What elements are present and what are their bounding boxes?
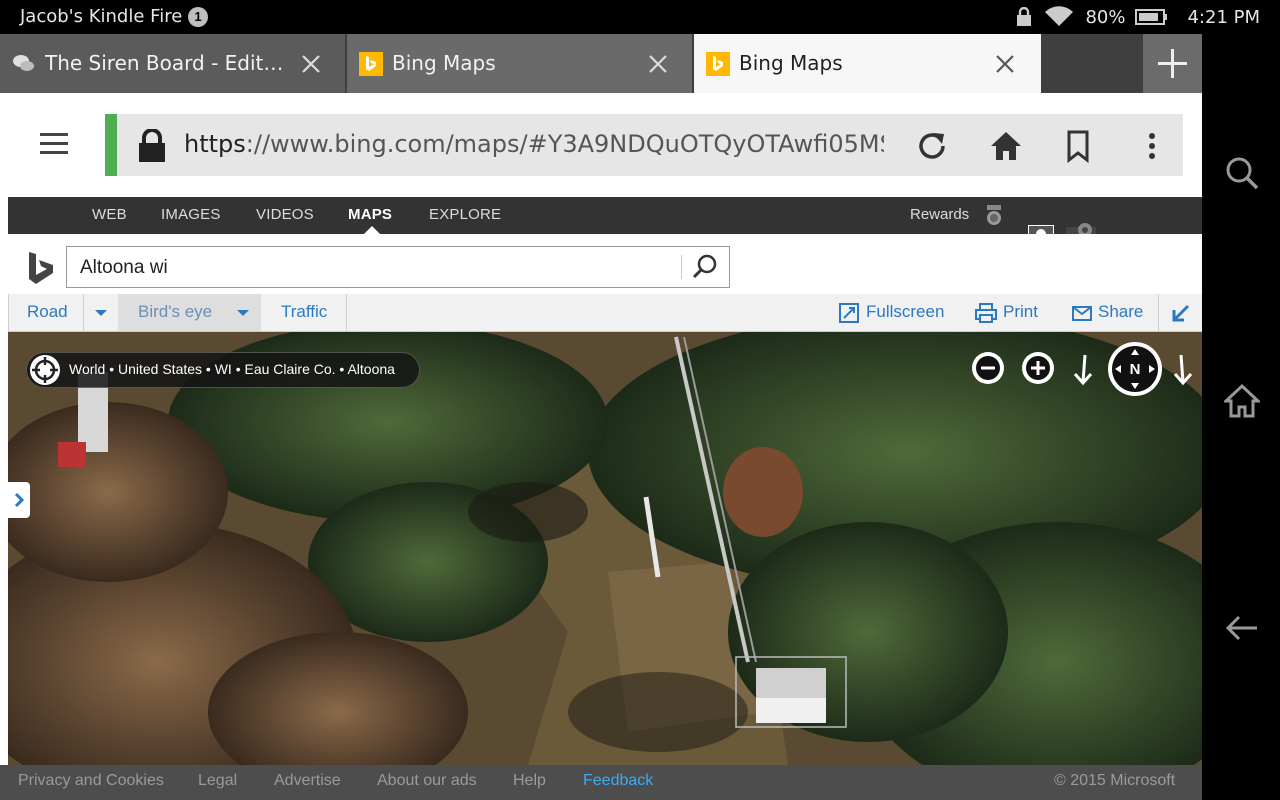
map-toolbar: Road Bird's eye Traffic Fullscreen Print…: [8, 294, 1202, 332]
back-arrow-icon[interactable]: [1224, 610, 1260, 646]
fullscreen-button[interactable]: Fullscreen: [866, 302, 944, 322]
page-footer: Privacy and Cookies Legal Advertise Abou…: [0, 765, 1202, 800]
aerial-imagery[interactable]: [8, 332, 1202, 765]
lock-icon: [139, 129, 165, 162]
tab-bing-maps-1[interactable]: Bing Maps: [347, 34, 692, 93]
reload-icon[interactable]: [915, 129, 949, 163]
bookmark-icon[interactable]: [1061, 129, 1095, 163]
bing-b-logo-icon[interactable]: [26, 251, 56, 285]
chevron-right-icon: [14, 492, 25, 508]
wifi-icon: [1045, 6, 1074, 27]
home-icon[interactable]: [1224, 383, 1260, 419]
nav-maps[interactable]: MAPS: [348, 206, 392, 223]
address-bar[interactable]: https://www.bing.com/maps/#Y3A9NDQuOTQyO…: [105, 114, 1183, 176]
nav-images[interactable]: IMAGES: [161, 206, 221, 223]
rotate-right-arrow-icon[interactable]: [1170, 352, 1196, 388]
url-rest: ://www.bing.com/maps/#Y3A9NDQuOTQyOTAwfi…: [245, 130, 884, 158]
divider: [346, 294, 347, 331]
location-breadcrumb: World • United States • WI • Eau Claire …: [26, 352, 420, 388]
close-icon[interactable]: [647, 53, 669, 75]
birds-eye-button[interactable]: Bird's eye: [138, 302, 212, 322]
fullscreen-icon[interactable]: [839, 303, 859, 323]
nav-web[interactable]: WEB: [92, 206, 127, 223]
search-icon[interactable]: [691, 253, 719, 281]
plus-icon: [1158, 49, 1187, 78]
overflow-menu-icon[interactable]: [1135, 129, 1169, 163]
nav-explore[interactable]: EXPLORE: [429, 206, 501, 223]
battery-icon: [1135, 9, 1168, 25]
tab-bing-maps-active[interactable]: Bing Maps: [694, 34, 1041, 93]
url-text[interactable]: https://www.bing.com/maps/#Y3A9NDQuOTQyO…: [184, 130, 884, 158]
nav-videos[interactable]: VIDEOS: [256, 206, 314, 223]
clock: 4:21 PM: [1187, 6, 1260, 28]
active-nav-indicator: [364, 226, 380, 234]
breadcrumb-text[interactable]: World • United States • WI • Eau Claire …: [69, 361, 395, 377]
copyright: © 2015 Microsoft: [1054, 772, 1176, 789]
share-mail-icon[interactable]: [1072, 306, 1092, 321]
new-tab-button[interactable]: [1143, 34, 1202, 93]
menu-icon[interactable]: [40, 133, 68, 155]
map-view[interactable]: World • United States • WI • Eau Claire …: [8, 332, 1202, 765]
compass-icon[interactable]: N: [1107, 341, 1163, 397]
traffic-button[interactable]: Traffic: [281, 302, 327, 322]
side-panel-toggle[interactable]: [8, 482, 30, 518]
footer-link-about-ads[interactable]: About our ads: [377, 772, 477, 790]
print-icon[interactable]: [975, 303, 997, 323]
url-scheme: https: [184, 130, 246, 158]
footer-link-help[interactable]: Help: [513, 772, 546, 790]
zoom-in-icon[interactable]: [1021, 351, 1055, 385]
footer-link-legal[interactable]: Legal: [198, 772, 237, 790]
search-row: Altoona wi: [8, 234, 1202, 294]
tab-label: The Siren Board - Edit…: [45, 51, 284, 75]
browser-toolbar: https://www.bing.com/maps/#Y3A9NDQuOTQyO…: [0, 93, 1202, 197]
tab-siren-board[interactable]: The Siren Board - Edit…: [0, 34, 345, 93]
rewards-link[interactable]: Rewards: [910, 206, 969, 223]
footer-link-privacy[interactable]: Privacy and Cookies: [18, 772, 164, 790]
tab-label: Bing Maps: [392, 51, 496, 75]
locate-me-icon[interactable]: [29, 354, 61, 386]
battery-percent: 80%: [1085, 6, 1126, 28]
close-icon[interactable]: [300, 53, 322, 75]
rotate-left-arrow-icon[interactable]: [1070, 352, 1096, 388]
bing-logo-icon: [359, 52, 383, 76]
divider: [1158, 294, 1159, 331]
search-divider: [681, 255, 682, 279]
compass-north-label: N: [1130, 361, 1141, 378]
search-query: Altoona wi: [80, 257, 168, 278]
divider: [8, 294, 9, 331]
search-input[interactable]: Altoona wi: [66, 246, 730, 288]
birds-eye-dropdown-chevron-icon[interactable]: [225, 294, 261, 331]
notification-badge: 1: [188, 7, 208, 27]
system-nav-bar: [1202, 34, 1280, 800]
zoom-out-icon[interactable]: [971, 351, 1005, 385]
footer-link-advertise[interactable]: Advertise: [274, 772, 341, 790]
bing-nav-bar: WEB IMAGES VIDEOS MAPS EXPLORE Rewards: [8, 197, 1202, 249]
close-icon[interactable]: [994, 53, 1016, 75]
road-view-button[interactable]: Road: [27, 302, 68, 322]
footer-link-feedback[interactable]: Feedback: [583, 772, 653, 790]
collapse-arrow-icon[interactable]: [1170, 302, 1192, 324]
status-bar: Jacob's Kindle Fire 1 80% 4:21 PM: [0, 0, 1280, 34]
lock-status-icon: [1017, 7, 1032, 26]
device-name: Jacob's Kindle Fire: [20, 6, 183, 27]
rewards-medal-icon[interactable]: [984, 205, 1004, 227]
search-icon[interactable]: [1224, 155, 1260, 191]
tab-strip: The Siren Board - Edit… Bing Maps Bing M…: [0, 34, 1202, 93]
road-dropdown-chevron-icon[interactable]: [83, 294, 119, 331]
share-button[interactable]: Share: [1098, 302, 1143, 322]
home-icon[interactable]: [989, 129, 1023, 163]
tab-label: Bing Maps: [739, 51, 843, 75]
page-edge: [0, 197, 8, 767]
print-button[interactable]: Print: [1003, 302, 1038, 322]
bing-logo-icon: [706, 52, 730, 76]
chat-bubbles-icon: [13, 55, 34, 71]
